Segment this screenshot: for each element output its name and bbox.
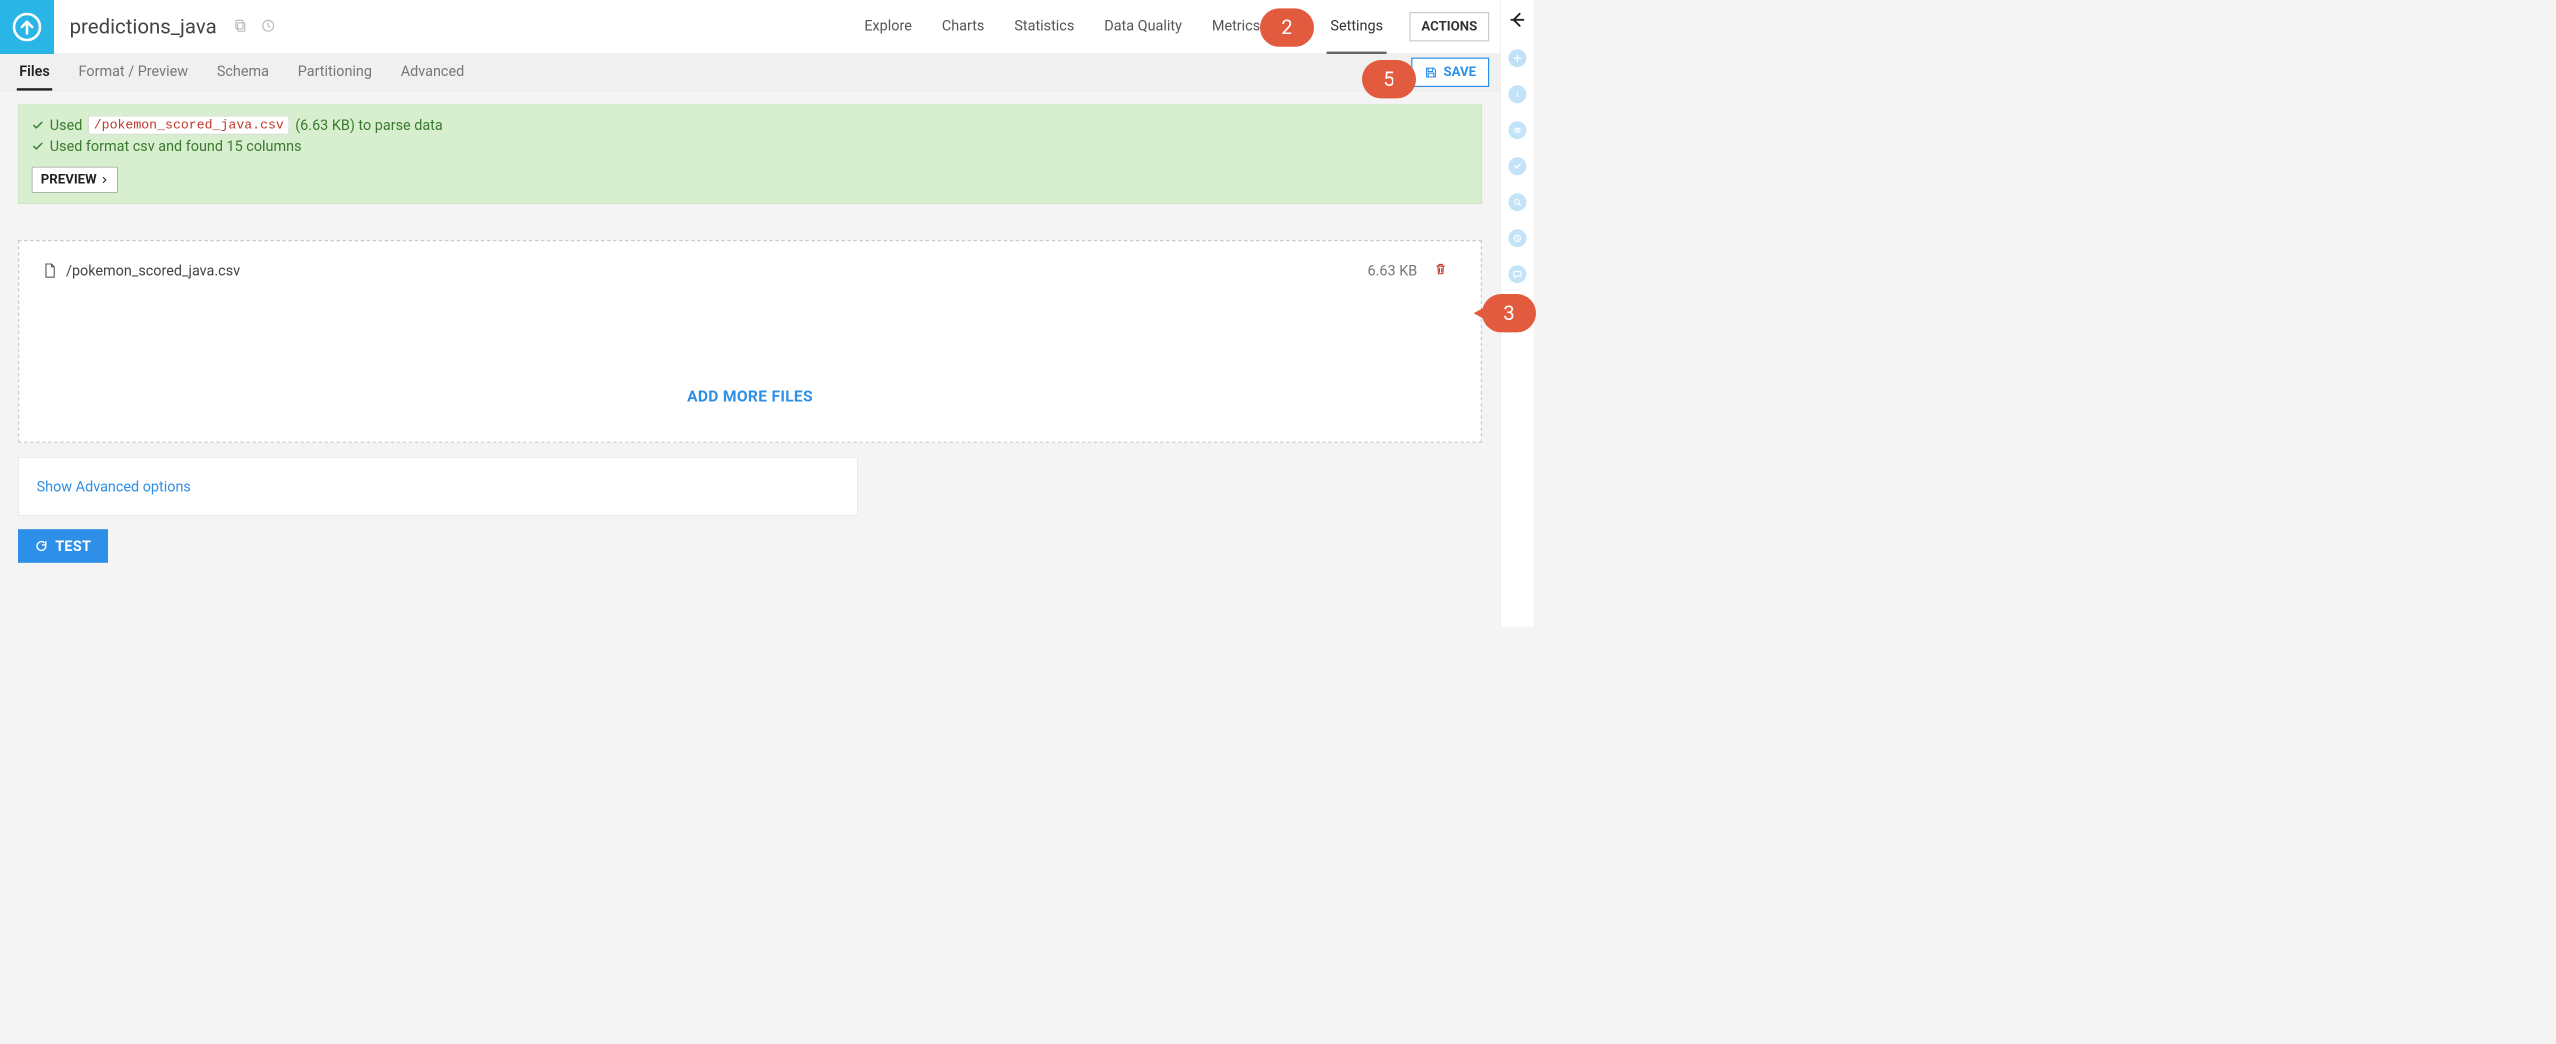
tab-partitioning[interactable]: Partitioning [295, 54, 374, 90]
rail-clock-icon[interactable] [1508, 229, 1526, 247]
app-logo[interactable] [0, 0, 54, 54]
tab-advanced[interactable]: Advanced [398, 54, 466, 90]
advanced-options-box: Show Advanced options [18, 457, 858, 516]
tab-files[interactable]: Files [17, 54, 52, 90]
nav-explore[interactable]: Explore [861, 0, 916, 54]
rail-check-icon[interactable] [1508, 157, 1526, 175]
rail-search-icon[interactable] [1508, 193, 1526, 211]
check-icon [32, 140, 44, 152]
file-size: 6.63 KB [1368, 262, 1418, 279]
status-file-chip: /pokemon_scored_java.csv [88, 116, 289, 135]
nav-statistics[interactable]: Statistics [1011, 0, 1078, 54]
page-title: predictions_java [70, 15, 217, 39]
tab-schema[interactable]: Schema [214, 54, 271, 90]
body-area: Used /pokemon_scored_java.csv (6.63 KB) … [0, 91, 1500, 626]
parse-status-box: Used /pokemon_scored_java.csv (6.63 KB) … [18, 104, 1482, 204]
rail-list-icon[interactable] [1508, 121, 1526, 139]
rail-add-icon[interactable] [1508, 49, 1526, 67]
status-used-prefix: Used [50, 117, 83, 134]
file-dropzone[interactable]: /pokemon_scored_java.csv 6.63 KB ADD MOR… [18, 240, 1482, 443]
file-name: /pokemon_scored_java.csv [66, 262, 240, 279]
add-more-files-button[interactable]: ADD MORE FILES [43, 388, 1457, 406]
trash-icon [1434, 262, 1447, 276]
nav-settings[interactable]: Settings [1327, 0, 1387, 54]
clock-icon[interactable] [261, 18, 275, 35]
copy-icon[interactable] [233, 18, 247, 35]
nav-metrics[interactable]: Metrics [1208, 0, 1263, 54]
annotation-callout-5: 5 [1362, 60, 1416, 98]
test-button[interactable]: TEST [18, 529, 108, 563]
status-format-line: Used format csv and found 15 columns [50, 138, 302, 155]
actions-button[interactable]: ACTIONS [1409, 12, 1489, 41]
annotation-callout-3: 3 [1482, 294, 1536, 332]
nav-charts[interactable]: Charts [938, 0, 988, 54]
subnav: Files Format / Preview Schema Partitioni… [0, 54, 1500, 91]
collapse-rail-button[interactable] [1508, 11, 1526, 31]
status-size-parse: (6.63 KB) to parse data [295, 117, 442, 134]
check-icon [32, 119, 44, 131]
show-advanced-options-link[interactable]: Show Advanced options [37, 478, 191, 495]
refresh-icon [35, 539, 48, 552]
rail-info-icon[interactable] [1508, 85, 1526, 103]
file-icon [43, 263, 56, 279]
upload-circle-icon [11, 11, 42, 42]
chevron-right-icon [100, 176, 108, 184]
tab-format-preview[interactable]: Format / Preview [76, 54, 190, 90]
rail-chat-icon[interactable] [1508, 265, 1526, 283]
delete-file-button[interactable] [1434, 262, 1457, 280]
nav-data-quality[interactable]: Data Quality [1101, 0, 1186, 54]
annotation-callout-2: 2 [1260, 8, 1314, 46]
file-row: /pokemon_scored_java.csv 6.63 KB [43, 262, 1457, 280]
preview-button[interactable]: PREVIEW [32, 167, 118, 193]
